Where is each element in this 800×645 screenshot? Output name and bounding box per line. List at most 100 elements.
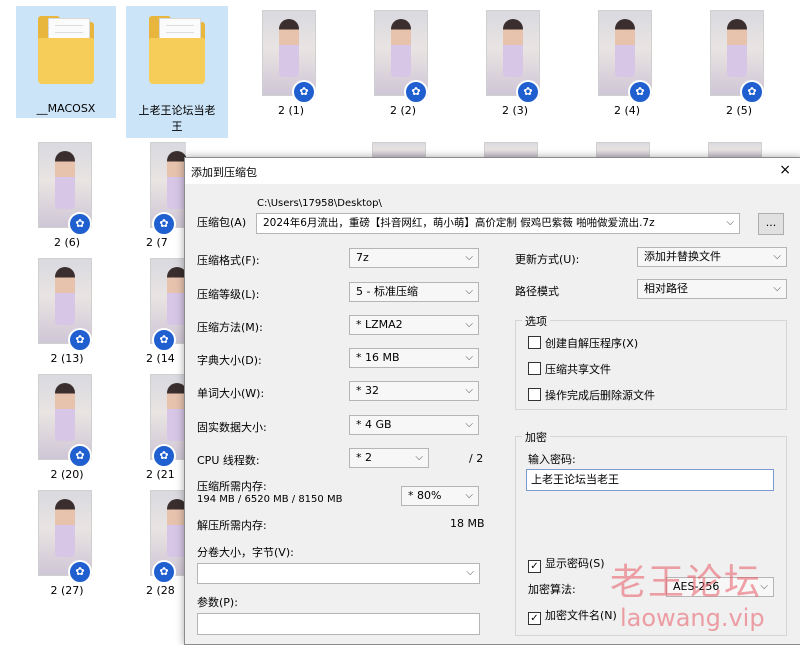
shared-label: 压缩共享文件: [545, 363, 611, 376]
word-select[interactable]: * 32 ⌵: [349, 381, 479, 401]
image-file[interactable]: ✿ 2 (28: [146, 490, 186, 602]
image-file[interactable]: ✿ 2 (3): [482, 8, 548, 120]
method-select[interactable]: * LZMA2 ⌵: [349, 315, 479, 335]
chevron-down-icon: ⌵: [773, 283, 781, 294]
show-password-label: 显示密码(S): [545, 557, 605, 570]
pathmode-label: 路径模式: [515, 285, 559, 298]
pathmode-select[interactable]: 相对路径 ⌵: [637, 279, 787, 299]
archive-name-combo[interactable]: 2024年6月流出，重磅【抖音网红，萌小萌】高价定制 假鸡巴紫薇 啪啪做爱流出.…: [256, 213, 740, 234]
format-select[interactable]: 7z ⌵: [349, 248, 479, 268]
archive-path: C:\Users\17958\Desktop\: [257, 198, 382, 209]
word-value: * 32: [356, 384, 379, 397]
image-thumbnail: [484, 142, 538, 158]
7zip-badge-icon: ✿: [152, 560, 176, 584]
password-input[interactable]: 上老王论坛当老王: [526, 469, 774, 491]
sfx-checkbox[interactable]: 创建自解压程序(X): [528, 335, 638, 351]
image-file[interactable]: ✿ 2 (6): [34, 142, 100, 254]
image-file[interactable]: ✿ 2 (5): [706, 8, 772, 120]
checkbox-box: [528, 336, 541, 349]
params-input[interactable]: [197, 613, 480, 635]
chevron-down-icon: ⌵: [465, 385, 473, 396]
7zip-badge-icon: ✿: [628, 80, 652, 104]
cpu-label: CPU 线程数:: [197, 454, 260, 467]
sfx-label: 创建自解压程序(X): [545, 337, 639, 350]
show-password-checkbox[interactable]: ✓ 显示密码(S): [528, 555, 605, 573]
check-icon: ✓: [528, 560, 541, 573]
image-file[interactable]: ✿ 2 (27): [34, 490, 100, 602]
pathmode-value: 相对路径: [644, 282, 688, 295]
split-label: 分卷大小，字节(V):: [197, 546, 294, 559]
folder-label: __MACOSX: [36, 102, 96, 115]
7zip-badge-icon: ✿: [516, 80, 540, 104]
update-select[interactable]: 添加并替换文件 ⌵: [637, 247, 787, 267]
image-label: 2 (1): [277, 104, 305, 117]
chevron-down-icon[interactable]: ⌵: [726, 214, 734, 232]
close-icon[interactable]: ×: [779, 162, 791, 178]
7zip-badge-icon: ✿: [152, 328, 176, 352]
solid-value: * 4 GB: [356, 418, 392, 431]
image-file[interactable]: ✿ 2 (2): [370, 8, 436, 120]
chevron-down-icon: ⌵: [466, 567, 474, 578]
image-file[interactable]: ✿ 2 (4): [594, 8, 660, 120]
shared-checkbox[interactable]: 压缩共享文件: [528, 361, 611, 377]
archive-name: 2024年6月流出，重磅【抖音网红，萌小萌】高价定制 假鸡巴紫薇 啪啪做爱流出.…: [263, 217, 655, 229]
cpu-total: / 2: [469, 452, 484, 465]
7zip-badge-icon: ✿: [152, 212, 176, 236]
7zip-badge-icon: ✿: [740, 80, 764, 104]
chevron-down-icon: ⌵: [465, 352, 473, 363]
check-icon: ✓: [528, 612, 541, 625]
image-file[interactable]: ✿ 2 (14: [146, 258, 186, 370]
image-file[interactable]: ✿ 2 (1): [258, 8, 324, 120]
7zip-badge-icon: ✿: [152, 444, 176, 468]
chevron-down-icon: ⌵: [773, 251, 781, 262]
format-label: 压缩格式(F):: [197, 254, 260, 267]
delete-label: 操作完成后删除源文件: [545, 389, 655, 402]
7zip-badge-icon: ✿: [68, 212, 92, 236]
image-file[interactable]: ✿ 2 (20): [34, 374, 100, 486]
folder-icon: [149, 16, 205, 84]
method-value: * LZMA2: [356, 318, 403, 331]
method-label: 压缩方法(M):: [197, 321, 263, 334]
params-label: 参数(P):: [197, 596, 238, 609]
dict-value: * 16 MB: [356, 351, 400, 364]
encrypt-names-checkbox[interactable]: ✓ 加密文件名(N): [528, 607, 617, 625]
7zip-badge-icon: ✿: [404, 80, 428, 104]
split-combo[interactable]: ⌵: [197, 563, 480, 584]
level-label: 压缩等级(L):: [197, 288, 260, 301]
image-thumbnail: [708, 142, 762, 158]
browse-button[interactable]: ...: [758, 213, 784, 235]
chevron-down-icon: ⌵: [465, 419, 473, 430]
7zip-badge-icon: ✿: [68, 560, 92, 584]
folder-macosx[interactable]: __MACOSX: [16, 6, 116, 118]
mem-pct-select[interactable]: * 80% ⌵: [401, 486, 479, 506]
folder-label-line2: 王: [171, 120, 183, 133]
options-title: 选项: [522, 313, 550, 329]
image-label: 2 (21: [146, 468, 175, 481]
folder-laowang[interactable]: 上老王论坛当老 王: [126, 6, 228, 138]
update-value: 添加并替换文件: [644, 250, 721, 263]
image-label: 2 (27): [50, 584, 84, 597]
dialog-title: 添加到压缩包: [191, 166, 257, 179]
password-label: 输入密码:: [528, 453, 576, 466]
image-file[interactable]: ✿ 2 (7: [146, 142, 186, 254]
image-file[interactable]: ✿ 2 (21: [146, 374, 186, 486]
word-label: 单词大小(W):: [197, 387, 265, 400]
image-file[interactable]: ✿ 2 (13): [34, 258, 100, 370]
update-label: 更新方式(U):: [515, 253, 580, 266]
watermark-url: laowang.vip: [620, 604, 765, 632]
7zip-badge-icon: ✿: [68, 328, 92, 352]
cpu-select[interactable]: * 2 ⌵: [349, 448, 429, 468]
level-select[interactable]: 5 - 标准压缩 ⌵: [349, 282, 479, 302]
solid-label: 固实数据大小:: [197, 421, 267, 434]
chevron-down-icon: ⌵: [465, 286, 473, 297]
image-label: 2 (3): [501, 104, 529, 117]
delete-checkbox[interactable]: 操作完成后删除源文件: [528, 387, 655, 403]
image-thumbnail: [372, 142, 426, 158]
title-bar[interactable]: 添加到压缩包 ×: [185, 158, 800, 184]
image-label: 2 (4): [613, 104, 641, 117]
image-label: 2 (5): [725, 104, 753, 117]
image-label: 2 (2): [389, 104, 417, 117]
dict-select[interactable]: * 16 MB ⌵: [349, 348, 479, 368]
solid-select[interactable]: * 4 GB ⌵: [349, 415, 479, 435]
image-label: 2 (14: [146, 352, 175, 365]
